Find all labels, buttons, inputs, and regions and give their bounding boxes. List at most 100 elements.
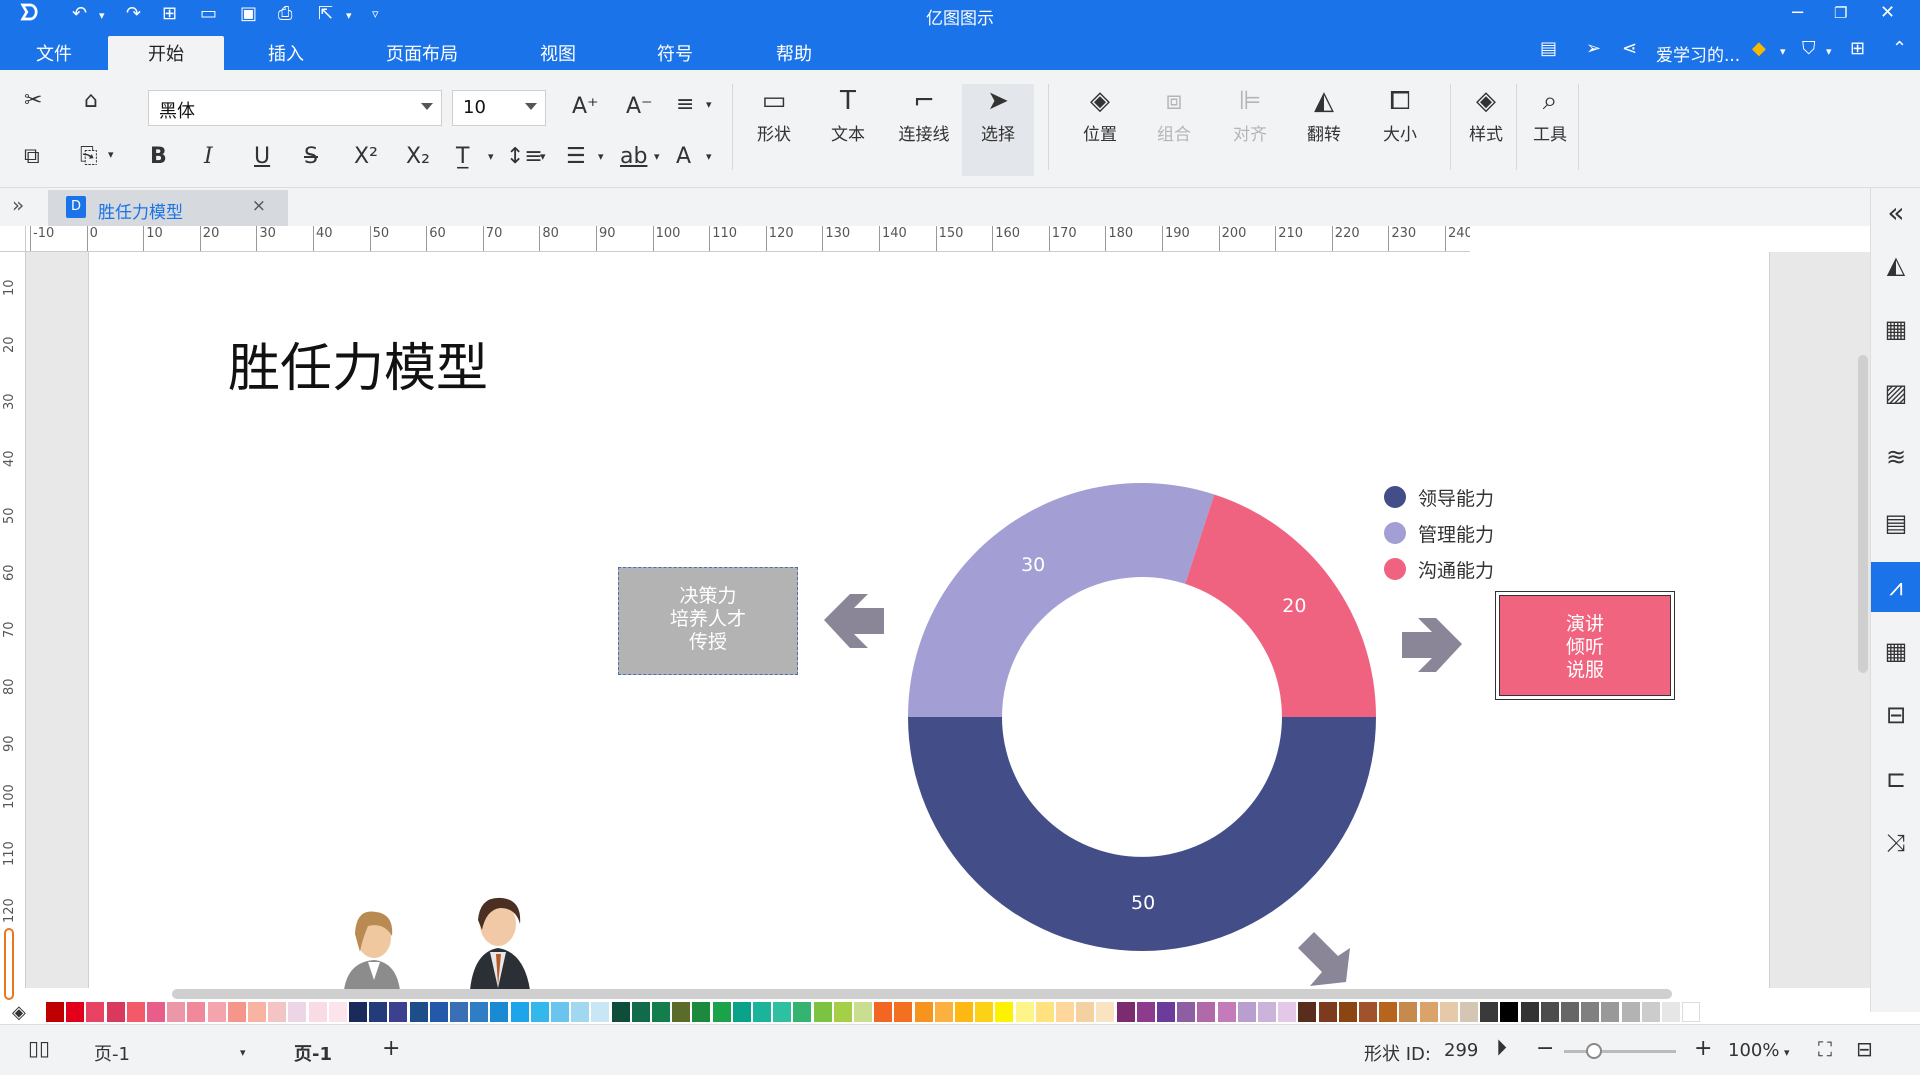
chart-icon[interactable]: ⩘ — [1871, 562, 1920, 612]
color-swatch[interactable] — [611, 1002, 630, 1022]
vertical-scrollbar[interactable] — [1858, 355, 1868, 673]
color-swatch[interactable] — [833, 1002, 852, 1022]
page-view-icon[interactable]: ▯▯ — [28, 1036, 50, 1060]
zoom-level[interactable]: 100% — [1728, 1040, 1779, 1061]
add-page-icon[interactable]: + — [382, 1036, 400, 1061]
color-swatch[interactable] — [1278, 1002, 1297, 1022]
color-swatch[interactable] — [753, 1002, 771, 1022]
image-icon[interactable]: ▨ — [1871, 368, 1920, 418]
color-swatch[interactable] — [429, 1002, 448, 1022]
donut-slice[interactable] — [1185, 494, 1376, 717]
color-swatch[interactable] — [126, 1002, 145, 1022]
color-swatch[interactable] — [86, 1002, 105, 1022]
page-tab[interactable]: 页-1 — [294, 1040, 332, 1066]
play-icon[interactable]: ⏵ — [1496, 1036, 1507, 1061]
floor-plan-icon[interactable]: ⊟ — [1871, 690, 1920, 740]
color-swatch[interactable] — [1561, 1002, 1579, 1022]
color-swatch[interactable] — [854, 1002, 872, 1022]
color-swatch[interactable] — [106, 1002, 125, 1022]
color-swatch[interactable] — [1359, 1002, 1377, 1022]
color-swatch[interactable] — [167, 1002, 186, 1022]
color-swatch[interactable] — [1641, 1002, 1660, 1022]
color-swatch[interactable] — [1197, 1002, 1216, 1022]
donut-slice[interactable] — [908, 482, 1215, 717]
arrow-down-right-shape[interactable] — [1298, 932, 1350, 986]
zoom-in-icon[interactable]: + — [1694, 1036, 1712, 1061]
color-swatch[interactable] — [975, 1002, 994, 1022]
color-swatch[interactable] — [1601, 1002, 1620, 1022]
color-swatch[interactable] — [450, 1002, 468, 1022]
color-swatch[interactable] — [470, 1002, 489, 1022]
color-swatch[interactable] — [874, 1002, 893, 1022]
color-swatch[interactable] — [732, 1002, 751, 1022]
color-swatch[interactable] — [490, 1002, 509, 1022]
color-swatch[interactable] — [631, 1002, 650, 1022]
left-text-box[interactable]: 决策力 培养人才 传授 — [618, 567, 798, 675]
color-swatch[interactable] — [1682, 1002, 1701, 1022]
color-swatch[interactable] — [571, 1002, 590, 1022]
color-swatch[interactable] — [1500, 1002, 1519, 1022]
layers-icon[interactable]: ≋ — [1871, 432, 1920, 482]
arrow-left-shape[interactable] — [824, 594, 884, 648]
color-swatch[interactable] — [187, 1002, 206, 1022]
color-swatch[interactable] — [773, 1002, 792, 1022]
color-swatch[interactable] — [510, 1002, 529, 1022]
donut-slice[interactable] — [908, 717, 1376, 951]
zoom-dropdown-icon[interactable]: ▾ — [1784, 1046, 1790, 1059]
color-swatch[interactable] — [207, 1002, 226, 1022]
color-swatch[interactable] — [1258, 1002, 1276, 1022]
color-swatch[interactable] — [1116, 1002, 1135, 1022]
color-swatch[interactable] — [1035, 1002, 1054, 1022]
right-text-box[interactable]: 演讲 倾听 说服 — [1495, 591, 1675, 700]
business-people-clipart[interactable] — [340, 890, 560, 990]
color-swatch[interactable] — [1056, 1002, 1074, 1022]
color-swatch[interactable] — [793, 1002, 812, 1022]
color-swatch[interactable] — [1076, 1002, 1095, 1022]
color-swatch[interactable] — [1338, 1002, 1357, 1022]
zoom-slider[interactable] — [1564, 1050, 1676, 1053]
color-swatch[interactable] — [1237, 1002, 1256, 1022]
color-swatch[interactable] — [308, 1002, 327, 1022]
shuffle-icon[interactable]: ⤨ — [1871, 818, 1920, 868]
color-swatch[interactable] — [1136, 1002, 1155, 1022]
color-swatch[interactable] — [389, 1002, 408, 1022]
color-swatch[interactable] — [712, 1002, 731, 1022]
collapse-panel-icon[interactable]: « — [1871, 188, 1920, 238]
color-swatch[interactable] — [692, 1002, 711, 1022]
color-swatch[interactable] — [1096, 1002, 1115, 1022]
arrow-right-shape[interactable] — [1402, 618, 1462, 672]
color-swatch[interactable] — [914, 1002, 933, 1022]
color-swatch[interactable] — [1399, 1002, 1418, 1022]
table-icon[interactable]: ▦ — [1871, 626, 1920, 676]
fill-bucket-icon[interactable]: ◭ — [1871, 240, 1920, 290]
color-swatch[interactable] — [66, 1002, 85, 1022]
page-icon[interactable]: ▤ — [1871, 498, 1920, 548]
color-swatch[interactable] — [1157, 1002, 1175, 1022]
color-swatch[interactable] — [147, 1002, 165, 1022]
color-swatch[interactable] — [328, 1002, 347, 1022]
zoom-slider-handle[interactable] — [1586, 1043, 1602, 1059]
fill-color-icon[interactable]: ◈ — [12, 1002, 26, 1023]
color-swatch[interactable] — [46, 1002, 64, 1022]
color-swatch[interactable] — [955, 1002, 973, 1022]
color-swatch[interactable] — [934, 1002, 953, 1022]
zoom-out-icon[interactable]: − — [1536, 1036, 1554, 1061]
color-swatch[interactable] — [813, 1002, 832, 1022]
color-swatch[interactable] — [1460, 1002, 1478, 1022]
color-swatch[interactable] — [227, 1002, 246, 1022]
color-swatch[interactable] — [551, 1002, 569, 1022]
presentation-icon[interactable]: ⊏ — [1871, 754, 1920, 804]
color-swatch[interactable] — [349, 1002, 367, 1022]
color-swatch[interactable] — [369, 1002, 388, 1022]
color-swatch[interactable] — [248, 1002, 266, 1022]
color-swatch[interactable] — [1217, 1002, 1236, 1022]
color-swatch[interactable] — [894, 1002, 913, 1022]
grid-layout-icon[interactable]: ▦ — [1871, 304, 1920, 354]
color-swatch[interactable] — [1581, 1002, 1600, 1022]
color-swatch[interactable] — [1540, 1002, 1559, 1022]
color-swatch[interactable] — [1318, 1002, 1337, 1022]
color-swatch[interactable] — [1015, 1002, 1034, 1022]
color-swatch[interactable] — [1520, 1002, 1539, 1022]
color-swatch[interactable] — [1662, 1002, 1680, 1022]
horizontal-scrollbar[interactable] — [172, 989, 1672, 999]
